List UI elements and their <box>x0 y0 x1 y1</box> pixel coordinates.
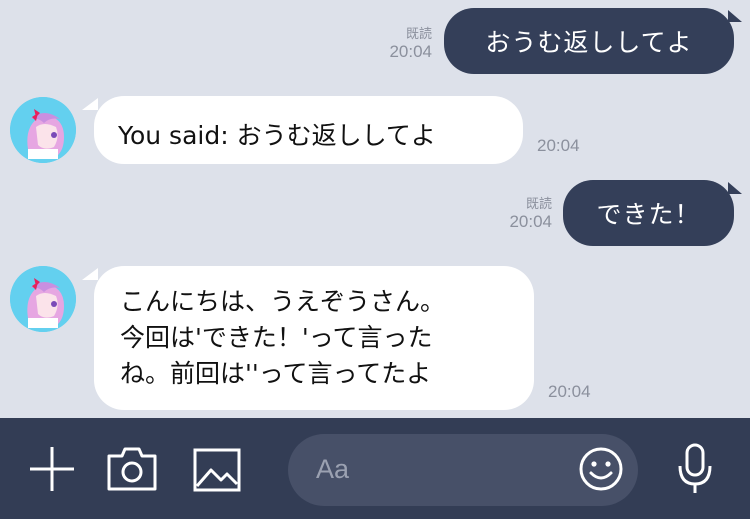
emoji-icon[interactable] <box>578 446 624 496</box>
message-bubble-incoming[interactable]: こんにちは、うえぞうさん。 今回は'できた！'って言った ね。前回は''って言っ… <box>94 266 534 410</box>
avatar[interactable] <box>10 266 76 332</box>
plus-icon[interactable] <box>28 445 76 497</box>
bubble-tail <box>82 98 98 110</box>
message-time: 20:04 <box>389 42 432 61</box>
read-receipt: 既読 <box>405 26 432 41</box>
message-line: ね。前回は''って言ってたよ <box>120 359 432 388</box>
bubble-tail <box>728 10 742 22</box>
message-text: おうむ返ししてよ <box>485 28 693 57</box>
image-icon[interactable] <box>193 448 241 496</box>
message-toolbar: Aa <box>0 418 750 519</box>
avatar[interactable] <box>10 97 76 163</box>
message-bubble-outgoing[interactable]: できた！ <box>563 180 734 246</box>
message-text: できた！ <box>596 200 701 229</box>
message-bubble-outgoing[interactable]: おうむ返ししてよ <box>444 8 734 74</box>
message-bubble-incoming[interactable]: You said: おうむ返ししてよ <box>94 96 523 164</box>
message-meta: 既読 20:04 <box>492 196 552 232</box>
message-meta: 既読 20:04 <box>372 26 432 62</box>
camera-icon[interactable] <box>106 446 158 496</box>
message-input[interactable]: Aa <box>288 434 638 506</box>
message-time: 20:04 <box>509 212 552 231</box>
message-line: こんにちは、うえぞうさん。 <box>120 287 446 316</box>
chat-area[interactable]: 既読 20:04 おうむ返ししてよ You said: おうむ返ししてよ 20:… <box>0 0 750 418</box>
message-time: 20:04 <box>548 382 591 401</box>
input-placeholder: Aa <box>316 454 350 484</box>
message-time: 20:04 <box>537 136 580 155</box>
microphone-icon[interactable] <box>675 442 715 500</box>
read-receipt: 既読 <box>525 196 552 211</box>
bubble-tail <box>728 182 742 194</box>
message-text: You said: おうむ返ししてよ <box>118 121 436 150</box>
avatar-image <box>10 97 76 163</box>
avatar-image <box>10 266 76 332</box>
bubble-tail <box>82 268 98 280</box>
message-line: 今回は'できた！'って言った <box>120 323 433 352</box>
